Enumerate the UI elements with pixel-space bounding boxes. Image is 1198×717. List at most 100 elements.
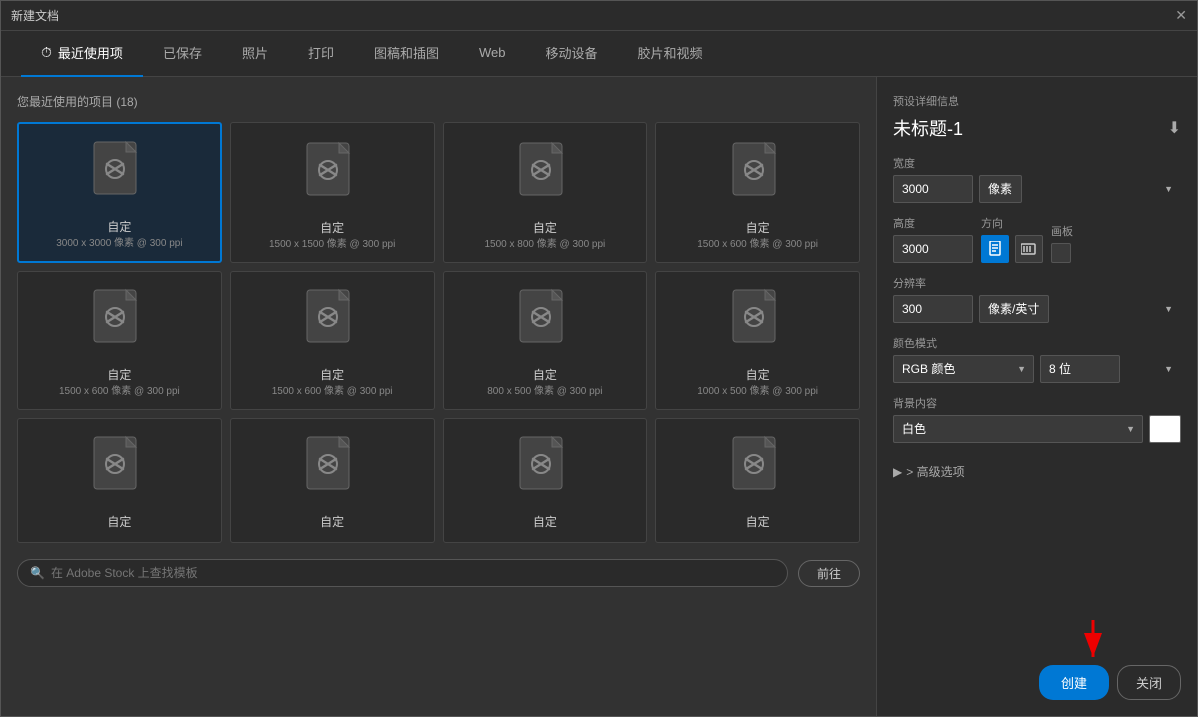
bottom-buttons: 创建 关闭: [893, 665, 1181, 700]
tab-web-label: Web: [479, 45, 506, 60]
bg-field-row: 背景内容 白色 黑色 背景色 透明: [893, 395, 1181, 443]
left-panel: 您最近使用的项目 (18) 自定 3000 x 3000 像素 @ 300 ppi: [1, 77, 877, 716]
portrait-button[interactable]: [981, 235, 1009, 263]
template-item[interactable]: 自定: [655, 418, 860, 543]
template-item-name: 自定: [533, 513, 557, 530]
bg-color-swatch[interactable]: [1149, 415, 1181, 443]
title-bar: 新建文档 ✕: [1, 1, 1197, 31]
doc-icon: [515, 141, 575, 211]
width-field-row: 宽度 像素 英寸 厘米 毫米: [893, 155, 1181, 203]
template-item-name: 自定: [746, 219, 770, 236]
template-item-desc: 1500 x 600 像素 @ 300 ppi: [697, 238, 818, 252]
resolution-input[interactable]: [893, 295, 973, 323]
template-item[interactable]: 自定 3000 x 3000 像素 @ 300 ppi: [17, 122, 222, 263]
template-item[interactable]: 自定1000 x 500 像素 @ 300 ppi: [655, 271, 860, 410]
template-item[interactable]: 自定: [443, 418, 648, 543]
close-dialog-button[interactable]: 关闭: [1117, 665, 1181, 700]
artboard-label: 画板: [1051, 223, 1073, 239]
template-item-desc: 1500 x 1500 像素 @ 300 ppi: [269, 238, 395, 252]
color-mode-label: 颜色模式: [893, 335, 1181, 351]
height-direction-row: 高度 方向: [893, 215, 1181, 263]
tab-saved-label: 已保存: [163, 43, 202, 62]
bg-row: 白色 黑色 背景色 透明: [893, 415, 1181, 443]
doc-icon: [89, 140, 149, 210]
template-item-desc: 1500 x 600 像素 @ 300 ppi: [272, 385, 393, 399]
window-title: 新建文档: [11, 7, 59, 24]
template-item-name: 自定: [320, 513, 344, 530]
template-item[interactable]: 自定1500 x 600 像素 @ 300 ppi: [17, 271, 222, 410]
template-item[interactable]: 自定: [230, 418, 435, 543]
template-item-name: 自定: [746, 513, 770, 530]
artboard-checkbox[interactable]: [1051, 243, 1071, 263]
doc-icon: [515, 288, 575, 358]
direction-block: 方向: [981, 215, 1043, 263]
tab-art-label: 图稿和插图: [374, 43, 439, 62]
prev-button[interactable]: 前往: [798, 560, 860, 587]
tab-recent[interactable]: ⏱ 最近使用项: [21, 31, 143, 77]
right-panel: 预设详细信息 未标题-1 ⬇ 宽度 像素 英寸 厘米 毫米: [877, 77, 1197, 716]
search-row: 🔍 前往: [17, 551, 860, 595]
template-item[interactable]: 自定1500 x 800 像素 @ 300 ppi: [443, 122, 648, 263]
preset-title-row: 未标题-1 ⬇: [893, 115, 1181, 141]
template-item-name: 自定: [533, 366, 557, 383]
color-mode-field-row: 颜色模式 RGB 颜色 CMYK 颜色 灰度 8 位 16 位 32: [893, 335, 1181, 383]
tab-art[interactable]: 图稿和插图: [354, 31, 459, 77]
doc-icon: [728, 435, 788, 505]
close-icon[interactable]: ✕: [1175, 7, 1187, 24]
doc-icon: [728, 288, 788, 358]
template-item-name: 自定: [107, 513, 131, 530]
tab-photos[interactable]: 照片: [222, 31, 288, 77]
width-input-row: 像素 英寸 厘米 毫米: [893, 175, 1181, 203]
template-item-name: 自定: [107, 218, 131, 235]
bg-select[interactable]: 白色 黑色 背景色 透明: [893, 415, 1143, 443]
doc-icon: [89, 288, 149, 358]
template-item-desc: 800 x 500 像素 @ 300 ppi: [487, 385, 602, 399]
template-item[interactable]: 自定 800 x 500 像素 @ 300 ppi: [443, 271, 648, 410]
doc-icon: [302, 288, 362, 358]
template-item[interactable]: 自定1500 x 1500 像素 @ 300 ppi: [230, 122, 435, 263]
advanced-section[interactable]: ▶ > 高级选项: [893, 463, 1181, 480]
template-item-desc: 3000 x 3000 像素 @ 300 ppi: [56, 237, 182, 251]
tab-web[interactable]: Web: [459, 31, 526, 77]
bg-label: 背景内容: [893, 395, 1181, 411]
resolution-unit-wrapper: 像素/英寸 像素/厘米: [979, 295, 1181, 323]
height-input[interactable]: [893, 235, 973, 263]
landscape-button[interactable]: [1015, 235, 1043, 263]
tab-mobile[interactable]: 移动设备: [526, 31, 618, 77]
template-item[interactable]: 自定1500 x 600 像素 @ 300 ppi: [230, 271, 435, 410]
recent-header: 您最近使用的项目 (18): [17, 93, 860, 110]
bg-select-wrapper: 白色 黑色 背景色 透明: [893, 415, 1143, 443]
tab-print[interactable]: 打印: [288, 31, 354, 77]
tab-film[interactable]: 胶片和视频: [618, 31, 723, 77]
save-icon[interactable]: ⬇: [1168, 118, 1181, 138]
direction-row: [981, 235, 1043, 263]
template-item[interactable]: 自定: [17, 418, 222, 543]
search-input[interactable]: [51, 566, 775, 580]
tab-saved[interactable]: 已保存: [143, 31, 222, 77]
resolution-unit-select[interactable]: 像素/英寸 像素/厘米: [979, 295, 1049, 323]
bit-depth-select[interactable]: 8 位 16 位 32 位: [1040, 355, 1120, 383]
width-unit-select[interactable]: 像素 英寸 厘米 毫米: [979, 175, 1022, 203]
direction-label: 方向: [981, 215, 1043, 231]
doc-icon: [302, 435, 362, 505]
clock-icon: ⏱: [41, 44, 52, 61]
width-input[interactable]: [893, 175, 973, 203]
search-icon: 🔍: [30, 566, 45, 580]
doc-icon: [515, 435, 575, 505]
doc-icon: [302, 141, 362, 211]
new-document-window: 新建文档 ✕ ⏱ 最近使用项 已保存 照片 打印 图稿和插图 Web 移动设备 …: [0, 0, 1198, 717]
tab-mobile-label: 移动设备: [546, 43, 598, 62]
resolution-label: 分辨率: [893, 275, 1181, 291]
create-button[interactable]: 创建: [1039, 665, 1109, 700]
color-mode-select[interactable]: RGB 颜色 CMYK 颜色 灰度: [893, 355, 1034, 383]
tab-recent-label: 最近使用项: [58, 43, 123, 62]
content-area: 您最近使用的项目 (18) 自定 3000 x 3000 像素 @ 300 ppi: [1, 77, 1197, 716]
width-label: 宽度: [893, 155, 1181, 171]
template-item[interactable]: 自定 1500 x 600 像素 @ 300 ppi: [655, 122, 860, 263]
advanced-label: > 高级选项: [906, 463, 964, 480]
template-item-name: 自定: [746, 366, 770, 383]
advanced-chevron-icon: ▶: [893, 465, 902, 479]
doc-icon: [89, 435, 149, 505]
template-item-name: 自定: [533, 219, 557, 236]
three-col-row: 高度 方向: [893, 215, 1181, 263]
